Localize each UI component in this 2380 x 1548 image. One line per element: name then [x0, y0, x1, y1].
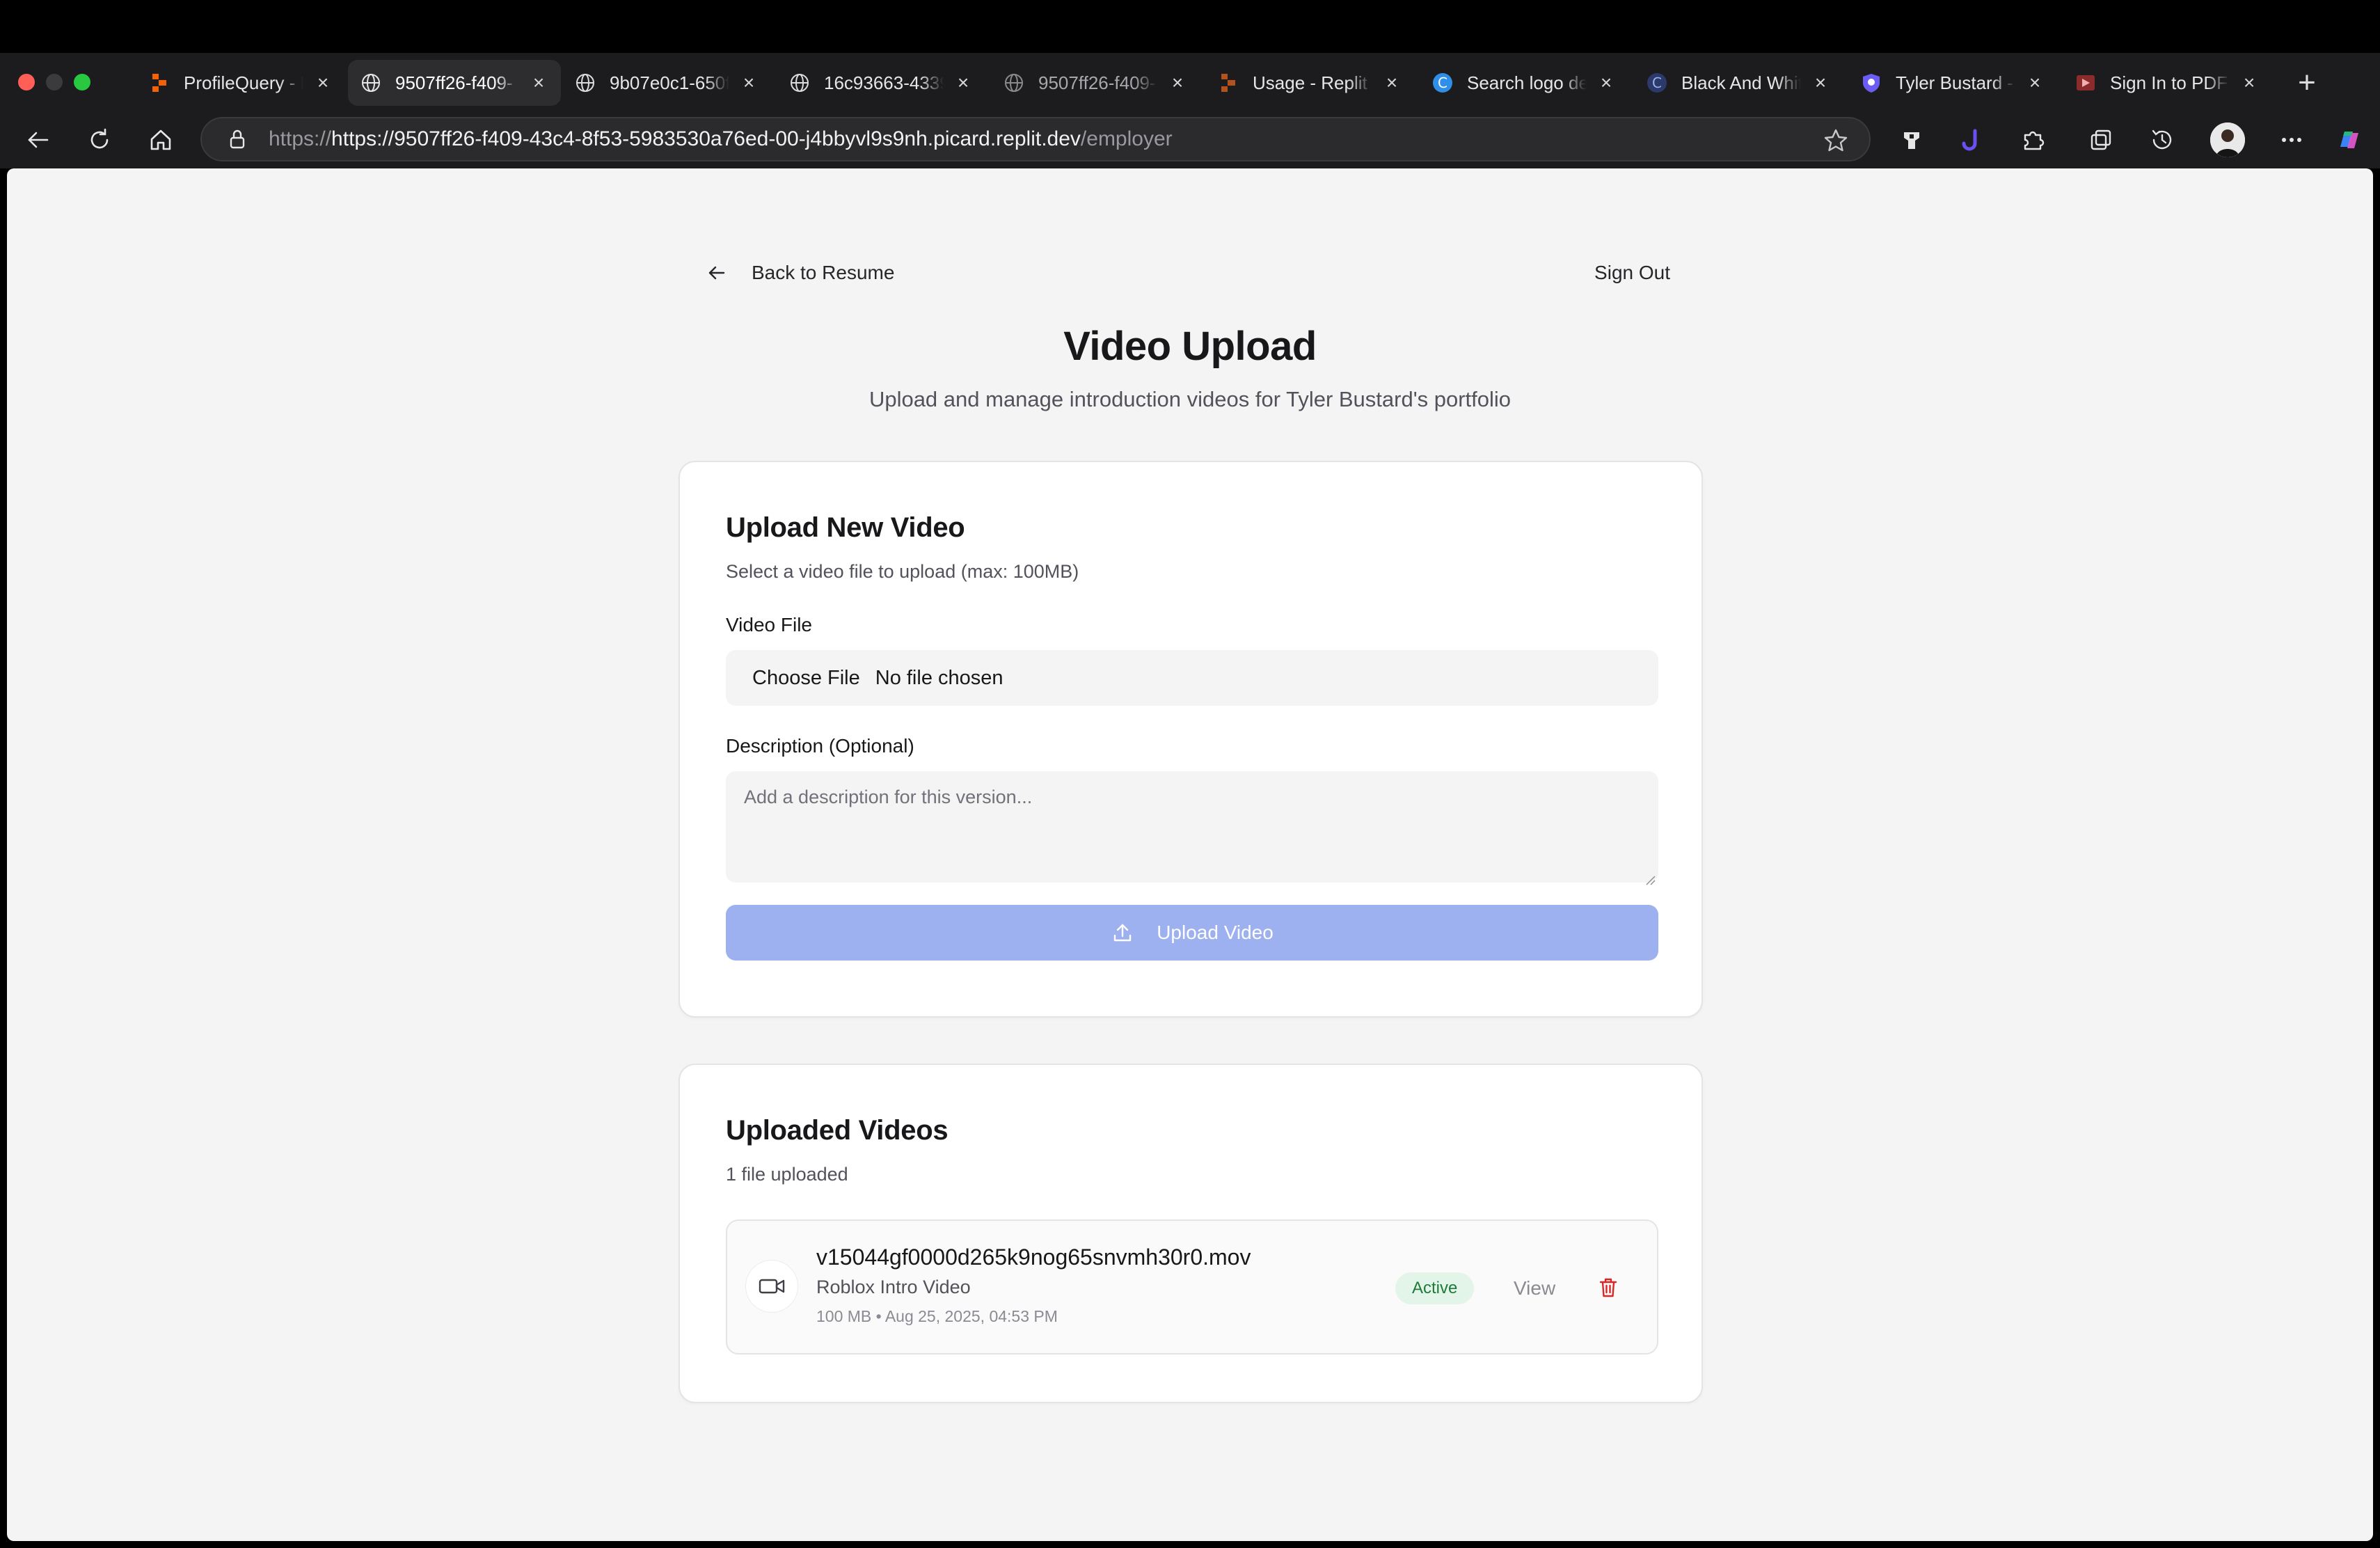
uploaded-videos-card: Uploaded Videos 1 file uploaded v15044gf… [679, 1064, 1703, 1403]
upload-card: Upload New Video Select a video file to … [679, 461, 1703, 1018]
home-icon[interactable] [143, 123, 178, 157]
url-host: https://9507ff26-f409-43c4-8f53-5983530a… [331, 127, 1081, 150]
close-icon[interactable]: × [2025, 72, 2045, 94]
close-icon[interactable]: × [1168, 72, 1187, 94]
globe-icon [360, 72, 381, 93]
extension-j-icon[interactable] [1954, 123, 1989, 157]
window-minimize-button[interactable] [46, 74, 63, 90]
browser-tab[interactable]: 9507ff26-f409- × [991, 60, 1200, 106]
new-tab-button[interactable]: + [2290, 65, 2324, 100]
replit-icon [149, 72, 170, 93]
browser-tab[interactable]: Usage - Replit × [1205, 60, 1414, 106]
browser-tab[interactable]: ProfileQuery - R × [136, 60, 345, 106]
window-zoom-button[interactable] [74, 74, 90, 90]
video-file-label: Video File [726, 614, 813, 635]
reload-icon[interactable] [82, 123, 117, 157]
more-options-icon[interactable] [2274, 123, 2309, 157]
video-list-item: v15044gf0000d265k9nog65snvmh30r0.mov Rob… [726, 1219, 1658, 1354]
uploaded-videos-heading: Uploaded Videos [726, 1115, 949, 1146]
description-placeholder: Add a description for this version... [744, 787, 1033, 807]
collections-icon[interactable] [2084, 123, 2118, 157]
close-icon[interactable]: × [1596, 72, 1616, 94]
extensions-puzzle-icon[interactable] [2015, 123, 2050, 157]
url-text: https://https://9507ff26-f409-43c4-8f53-… [269, 127, 1173, 150]
browser-tab[interactable]: Tyler Bustard - F × [1848, 60, 2057, 106]
video-file-input[interactable]: Choose File No file chosen [726, 650, 1658, 706]
window-close-button[interactable] [18, 74, 35, 90]
globe-icon [575, 72, 596, 93]
svg-text:C: C [1652, 74, 1662, 91]
svg-text:C: C [1438, 74, 1447, 91]
view-video-button[interactable]: View [1514, 1272, 1555, 1304]
browser-tab-bar: ProfileQuery - R × 9507ff26-f409- × 9b07… [0, 53, 2380, 111]
back-to-resume-link[interactable]: Back to Resume [703, 252, 894, 294]
video-filename: v15044gf0000d265k9nog65snvmh30r0.mov [816, 1245, 1251, 1270]
pdf-icon [2075, 72, 2096, 93]
favorite-star-icon[interactable] [1823, 128, 1848, 153]
history-icon[interactable] [2145, 123, 2180, 157]
description-textarea[interactable]: Add a description for this version... [726, 771, 1658, 885]
uploaded-count: 1 file uploaded [726, 1164, 848, 1185]
browser-tab-active[interactable]: 9507ff26-f409- × [348, 60, 561, 106]
arrow-left-icon [703, 259, 731, 287]
back-arrow-icon[interactable] [21, 123, 56, 157]
close-icon[interactable]: × [529, 72, 548, 94]
close-icon[interactable]: × [2239, 72, 2259, 94]
browser-tab[interactable]: C Search logo des × [1420, 60, 1628, 106]
no-file-chosen-text: No file chosen [875, 666, 1003, 689]
browser-tab[interactable]: C Black And White × [1634, 60, 1843, 106]
video-description: Roblox Intro Video [816, 1277, 971, 1297]
lock-icon[interactable] [225, 127, 249, 151]
close-icon[interactable]: × [1811, 72, 1830, 94]
upload-video-label: Upload Video [1157, 922, 1274, 943]
canva-icon: C [1432, 72, 1453, 93]
copilot-icon[interactable] [2331, 123, 2366, 157]
sign-out-button[interactable]: Sign Out [1594, 252, 1670, 294]
globe-icon [1003, 72, 1024, 93]
extension-tool-icon[interactable] [1894, 123, 1929, 157]
address-bar[interactable]: https://https://9507ff26-f409-43c4-8f53-… [200, 117, 1871, 161]
url-path: /employer [1080, 127, 1173, 150]
browser-tab[interactable]: 16c93663-4339 × [777, 60, 985, 106]
profile-avatar[interactable] [2210, 123, 2245, 157]
upload-card-description: Select a video file to upload (max: 100M… [726, 561, 1079, 582]
browser-tab[interactable]: Sign In to PDF E × [2063, 60, 2271, 106]
browser-tab[interactable]: 9b07e0c1-650f- × [562, 60, 771, 106]
video-camera-icon [745, 1260, 798, 1313]
upload-video-button[interactable]: Upload Video [726, 905, 1658, 961]
page-subtitle: Upload and manage introduction videos fo… [868, 387, 1512, 411]
upload-icon [1111, 921, 1134, 945]
page-title: Video Upload [1063, 324, 1317, 369]
close-icon[interactable]: × [739, 72, 759, 94]
choose-file-button[interactable]: Choose File [752, 667, 860, 690]
canva-icon: C [1647, 72, 1667, 93]
browser-toolbar: https://https://9507ff26-f409-43c4-8f53-… [0, 111, 2380, 168]
globe-icon [789, 72, 810, 93]
page-viewport: Back to Resume Sign Out Video Upload Upl… [7, 168, 2373, 1541]
back-to-resume-label: Back to Resume [752, 262, 895, 283]
resize-handle-icon[interactable] [1644, 869, 1656, 885]
close-icon[interactable]: × [1382, 72, 1402, 94]
replit-icon [1218, 72, 1239, 93]
upload-card-heading: Upload New Video [726, 512, 965, 543]
close-icon[interactable]: × [313, 72, 333, 94]
top-nav: Back to Resume Sign Out [703, 252, 1691, 294]
close-icon[interactable]: × [953, 72, 973, 94]
video-meta: 100 MB • Aug 25, 2025, 04:53 PM [816, 1307, 1058, 1325]
shield-icon [1861, 72, 1882, 93]
delete-trash-icon[interactable] [1594, 1274, 1622, 1302]
status-badge: Active [1395, 1272, 1475, 1304]
description-label: Description (Optional) [726, 735, 914, 757]
